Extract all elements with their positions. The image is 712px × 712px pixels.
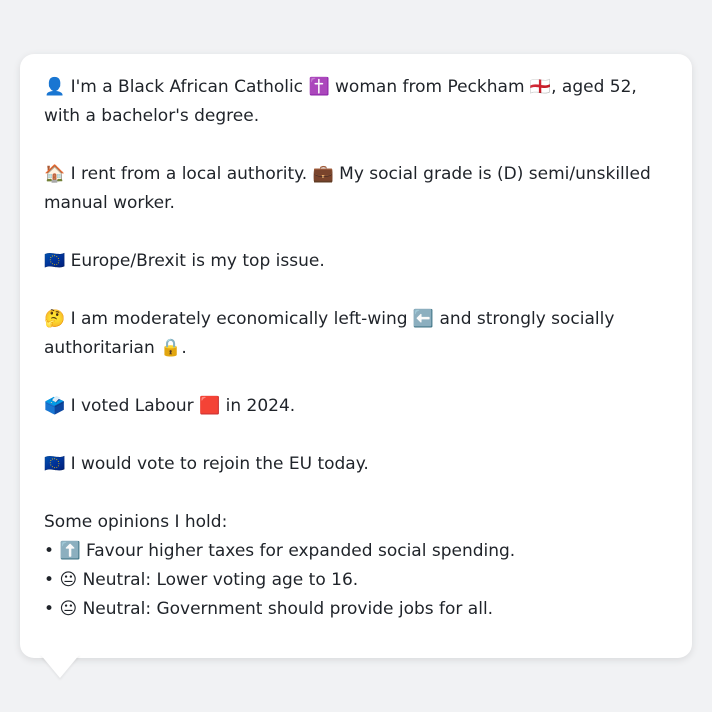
top-issue-paragraph: 🇪🇺 Europe/Brexit is my top issue. (44, 247, 668, 276)
list-item: • ⬆️ Favour higher taxes for expanded so… (44, 537, 668, 566)
bullet: • (44, 599, 55, 619)
left-arrow-icon: ⬅️ (412, 309, 435, 329)
housing-paragraph: 🏠 I rent from a local authority. 💼 My so… (44, 160, 668, 218)
bullet: • (44, 570, 55, 590)
neutral-face-icon: 😐 (59, 599, 78, 619)
top-issue-text: Europe/Brexit is my top issue. (70, 251, 325, 271)
up-arrow-icon: ⬆️ (59, 541, 81, 561)
identity-text: I'm a Black African Catholic (70, 77, 304, 97)
opinion-text: Favour higher taxes for expanded social … (86, 541, 516, 561)
opinion-text: Neutral: Government should provide jobs … (82, 599, 494, 619)
ideology-end-text: . (181, 338, 187, 358)
location-text: woman from Peckham (335, 77, 525, 97)
list-item: • 😐 Neutral: Lower voting age to 16. (44, 566, 668, 595)
thinking-face-icon: 🤔 (44, 309, 66, 329)
house-icon: 🏠 (44, 164, 66, 184)
england-flag-icon: 🏴󠁧󠁢󠁥󠁮󠁧󠁿 (529, 77, 552, 97)
economic-position-text: I am moderately economically left-wing (70, 309, 408, 329)
vote-text: I voted Labour (70, 396, 194, 416)
bullet: • (44, 541, 55, 561)
eu-paragraph: 🇪🇺 I would vote to rejoin the EU today. (44, 450, 668, 479)
person-icon: 👤 (44, 77, 66, 97)
ballot-box-icon: 🗳️ (44, 396, 66, 416)
eu-flag-icon: 🇪🇺 (44, 454, 66, 474)
vote-paragraph: 🗳️ I voted Labour 🟥 in 2024. (44, 392, 668, 421)
cross-icon: ✝️ (308, 77, 330, 97)
housing-text: I rent from a local authority. (70, 164, 308, 184)
eu-flag-icon: 🇪🇺 (44, 251, 66, 271)
opinions-heading: Some opinions I hold: (44, 512, 228, 532)
opinion-text: Neutral: Lower voting age to 16. (82, 570, 359, 590)
identity-paragraph: 👤 I'm a Black African Catholic ✝️ woman … (44, 73, 668, 131)
red-square-icon: 🟥 (199, 396, 221, 416)
vote-year-text: in 2024. (225, 396, 296, 416)
ideology-paragraph: 🤔 I am moderately economically left-wing… (44, 305, 668, 363)
lock-icon: 🔒 (160, 338, 182, 358)
list-item: • 😐 Neutral: Government should provide j… (44, 595, 668, 624)
eu-text: I would vote to rejoin the EU today. (70, 454, 369, 474)
opinions-list: • ⬆️ Favour higher taxes for expanded so… (44, 537, 668, 624)
persona-message-bubble: 👤 I'm a Black African Catholic ✝️ woman … (20, 54, 692, 658)
briefcase-icon: 💼 (312, 164, 334, 184)
bubble-tail (40, 654, 80, 678)
neutral-face-icon: 😐 (59, 570, 78, 590)
